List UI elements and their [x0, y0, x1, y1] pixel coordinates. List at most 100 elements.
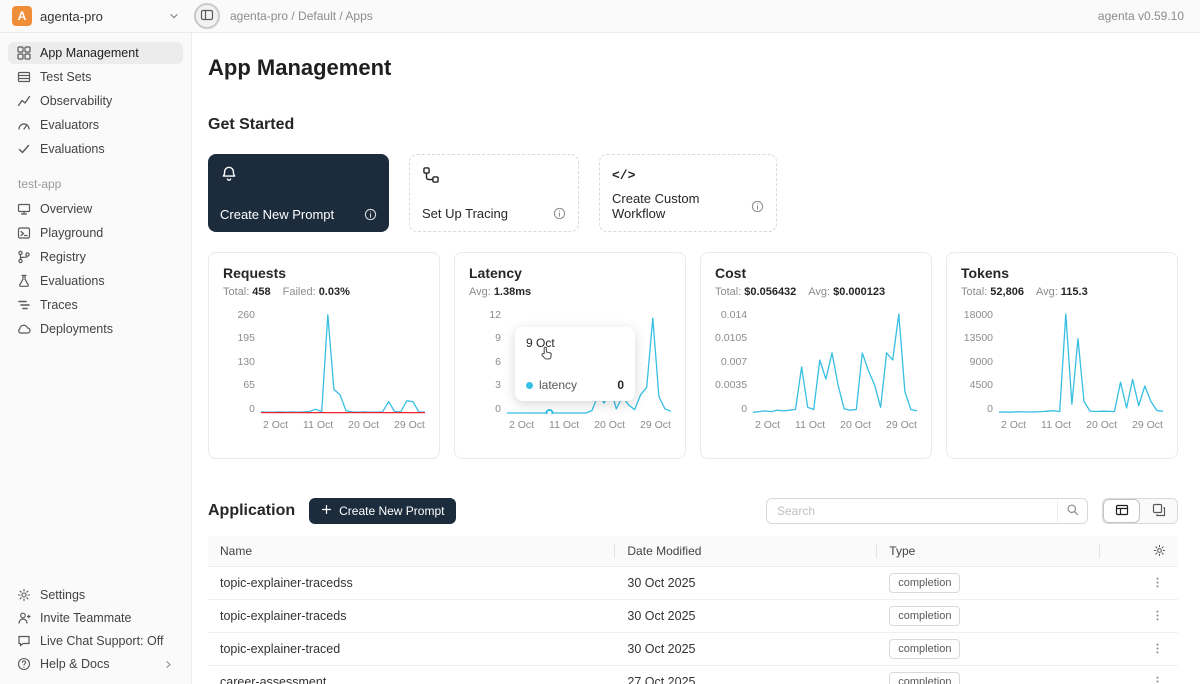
app-name: topic-explainer-tracedss [208, 566, 615, 599]
create-new-prompt-button[interactable]: Create New Prompt [309, 498, 456, 524]
sidebar-item-evaluations[interactable]: Evaluations [8, 138, 183, 160]
sidebar-item-live-chat[interactable]: Live Chat Support: Off [8, 630, 183, 652]
app-version: agenta v0.59.10 [1098, 9, 1184, 23]
chart-stats: Total:$0.056432 Avg:$0.000123 [715, 286, 917, 298]
user-plus-icon [17, 611, 31, 625]
info-icon[interactable] [751, 200, 764, 213]
sidebar-item-help-docs[interactable]: Help & Docs [8, 653, 183, 675]
sidebar-item-label: Evaluators [40, 118, 99, 132]
search-input[interactable] [767, 504, 1057, 518]
cloud-icon [17, 322, 31, 336]
main-content: App Management Get Started Create New Pr… [192, 33, 1200, 684]
sidebar-item-label: Evaluations [40, 142, 105, 156]
chevron-down-icon [168, 10, 180, 22]
sidebar-section-label: test-app [0, 161, 191, 197]
column-header-name[interactable]: Name [208, 536, 615, 566]
panel-left-icon [200, 8, 214, 25]
chat-icon [17, 634, 31, 648]
gauge-icon [17, 118, 31, 132]
help-icon [17, 657, 31, 671]
create-new-prompt-card[interactable]: Create New Prompt [208, 154, 389, 232]
info-icon[interactable] [364, 208, 377, 221]
sidebar-item-traces[interactable]: Traces [8, 294, 183, 316]
row-menu-button[interactable] [1149, 607, 1166, 624]
tooltip-value: 0 [617, 378, 624, 392]
sidebar-item-label: Invite Teammate [40, 611, 131, 625]
x-axis-labels: 2 Oct11 Oct20 Oct29 Oct [263, 419, 425, 431]
requests-chart-card: Requests Total:458 Failed:0.03% 26019513… [208, 252, 440, 459]
get-started-cards: Create New Prompt Set Up Tracing </> Cre… [208, 154, 1178, 232]
sidebar-item-label: App Management [40, 46, 139, 60]
metrics-row: Requests Total:458 Failed:0.03% 26019513… [208, 252, 1178, 459]
terminal-icon [17, 226, 31, 240]
type-badge: completion [889, 573, 960, 593]
create-custom-workflow-card[interactable]: </> Create Custom Workflow [599, 154, 777, 232]
app-root: A agenta-pro agenta-pro / Default / Apps… [0, 0, 1200, 684]
sidebar-item-label: Deployments [40, 322, 113, 336]
row-menu-button[interactable] [1149, 574, 1166, 591]
row-menu-button[interactable] [1149, 640, 1166, 657]
sidebar-item-registry[interactable]: Registry [8, 246, 183, 268]
mouse-cursor-icon [539, 345, 555, 365]
workspace-avatar: A [12, 6, 32, 26]
sidebar-item-overview[interactable]: Overview [8, 198, 183, 220]
card-label: Set Up Tracing [422, 206, 508, 221]
sidebar-item-label: Live Chat Support: Off [40, 634, 163, 648]
breadcrumb[interactable]: agenta-pro / Default / Apps [230, 9, 373, 23]
column-header-type[interactable]: Type [877, 536, 1100, 566]
tooltip-series-name: latency [539, 378, 577, 392]
grid-icon [17, 46, 31, 60]
sidebar-footer: Settings Invite Teammate Live Chat Suppo… [0, 583, 191, 676]
table-view-button[interactable] [1103, 499, 1140, 523]
sidebar-collapse-button[interactable] [194, 3, 220, 29]
latency-chart-card: Latency Avg:1.38ms 129630 2 Oct11 Oct20 … [454, 252, 686, 459]
sidebar-item-evaluators[interactable]: Evaluators [8, 114, 183, 136]
tokens-line-chart [999, 310, 1163, 414]
chart-tooltip: 9 Oct latency 0 [515, 327, 635, 401]
table-settings-gear-icon[interactable] [1112, 544, 1166, 557]
set-up-tracing-card[interactable]: Set Up Tracing [409, 154, 579, 232]
sidebar-item-label: Evaluations [40, 274, 105, 288]
sidebar-item-settings[interactable]: Settings [8, 584, 183, 606]
info-icon[interactable] [553, 207, 566, 220]
app-date-modified: 30 Oct 2025 [615, 599, 877, 632]
sidebar-item-label: Observability [40, 94, 112, 108]
type-badge: completion [889, 672, 960, 684]
workspace-selector[interactable]: A agenta-pro [0, 0, 192, 32]
sidebar-item-deployments[interactable]: Deployments [8, 318, 183, 340]
page-title: App Management [208, 55, 1178, 81]
requests-line-chart [261, 310, 425, 414]
sidebar-item-app-management[interactable]: App Management [8, 42, 183, 64]
app-name: topic-explainer-traced [208, 632, 615, 665]
applications-table: Name Date Modified Type topic-explainer-… [208, 536, 1178, 684]
cost-line-chart [753, 310, 917, 414]
sidebar-item-playground[interactable]: Playground [8, 222, 183, 244]
chart-title: Tokens [961, 265, 1163, 281]
branch-icon [17, 250, 31, 264]
column-header-date-modified[interactable]: Date Modified [615, 536, 877, 566]
sidebar-item-label: Registry [40, 250, 86, 264]
card-label: Create New Prompt [220, 207, 334, 222]
type-badge: completion [889, 606, 960, 626]
sidebar-item-invite-teammate[interactable]: Invite Teammate [8, 607, 183, 629]
code-icon: </> [612, 165, 764, 185]
sidebar-item-app-evaluations[interactable]: Evaluations [8, 270, 183, 292]
workspace-name: agenta-pro [40, 9, 103, 24]
tokens-chart-card: Tokens Total:52,806 Avg:115.3 1800013500… [946, 252, 1178, 459]
sidebar-item-observability[interactable]: Observability [8, 90, 183, 112]
row-menu-button[interactable] [1149, 673, 1166, 684]
search-button[interactable] [1057, 499, 1087, 523]
card-view-button[interactable] [1140, 499, 1177, 523]
table-row[interactable]: topic-explainer-traceds 30 Oct 2025 comp… [208, 599, 1178, 632]
table-row[interactable]: career-assessment 27 Oct 2025 completion [208, 665, 1178, 684]
view-toggle [1102, 498, 1178, 524]
x-axis-labels: 2 Oct11 Oct20 Oct29 Oct [1001, 419, 1163, 431]
get-started-heading: Get Started [208, 116, 1178, 134]
sidebar-item-test-sets[interactable]: Test Sets [8, 66, 183, 88]
application-header: Application Create New Prompt [208, 498, 1178, 524]
table-row[interactable]: topic-explainer-traced 30 Oct 2025 compl… [208, 632, 1178, 665]
table-row[interactable]: topic-explainer-tracedss 30 Oct 2025 com… [208, 566, 1178, 599]
chart-stats: Total:52,806 Avg:115.3 [961, 286, 1163, 298]
sidebar-item-label: Test Sets [40, 70, 91, 84]
type-badge: completion [889, 639, 960, 659]
